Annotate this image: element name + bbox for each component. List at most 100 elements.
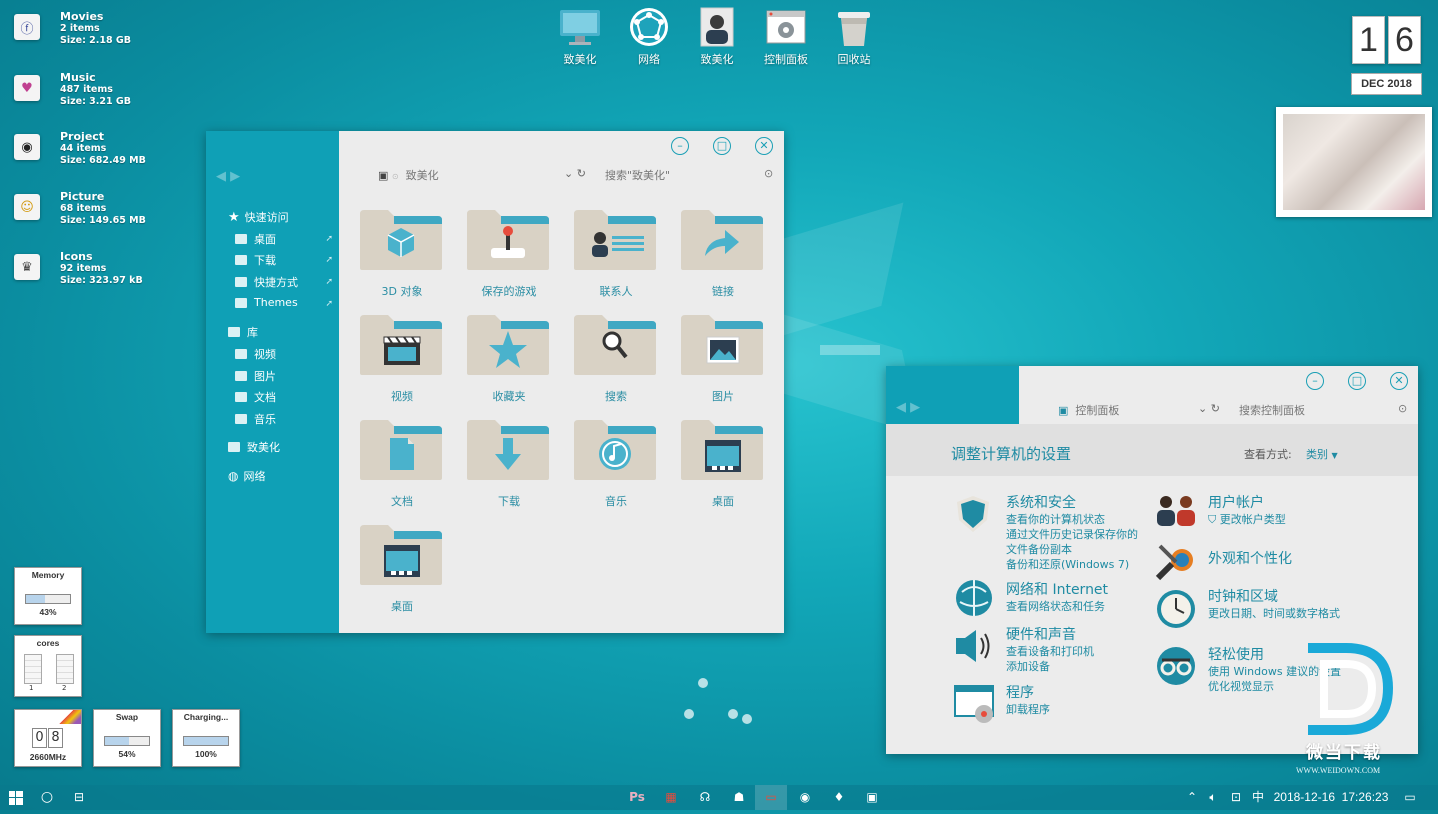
nav-this-pc[interactable]: 致美化 — [228, 439, 280, 455]
pin-icon[interactable]: ➚ — [325, 299, 333, 309]
close-button[interactable]: ✕ — [1390, 372, 1408, 390]
back-forward-icon[interactable]: ◀ ▶ — [216, 169, 240, 184]
drive-item[interactable]: ☺ Picture 68 items Size: 149.65 MB — [12, 190, 212, 240]
nav-videos[interactable]: 视频 — [235, 346, 276, 362]
folder-item[interactable]: 搜索 — [572, 313, 660, 403]
nav-downloads[interactable]: 下载 — [235, 252, 276, 268]
ime-indicator[interactable]: 中 — [1250, 785, 1266, 810]
cortana-icon[interactable]: ○ — [38, 785, 56, 810]
download-arrow-icon — [467, 420, 549, 480]
drive-count: 487 items — [60, 84, 113, 95]
back-forward-icon[interactable]: ◀ ▶ — [896, 400, 920, 415]
folder-item[interactable]: 文档 — [358, 418, 446, 508]
cores-gadget[interactable]: cores 1 2 — [14, 635, 82, 697]
cp-item-title[interactable]: 用户帐户 — [1208, 492, 1388, 512]
cp-item-title[interactable]: 外观和个性化 — [1208, 548, 1388, 568]
search-icon[interactable]: ⊙ — [1398, 402, 1407, 415]
task-view-icon[interactable]: ⊟ — [70, 785, 88, 810]
drive-item[interactable]: ◉ Project 44 items Size: 682.49 MB — [12, 130, 212, 180]
nav-documents[interactable]: 文档 — [235, 389, 276, 405]
battery-gadget[interactable]: Charging... 100% — [172, 709, 240, 767]
photo-gadget[interactable] — [1276, 107, 1432, 217]
network-icon[interactable]: ⊡ — [1228, 785, 1244, 810]
folder-item[interactable]: 桌面 — [679, 418, 767, 508]
view-by-dropdown[interactable]: 类别 ▼ — [1306, 446, 1338, 462]
desktop-icon-control-panel[interactable]: 控制面板 — [754, 6, 818, 67]
drop-icon[interactable]: ♦ — [829, 785, 849, 810]
maximize-button[interactable]: □ — [1348, 372, 1366, 390]
desktop-icon-network[interactable]: 网络 — [617, 6, 681, 67]
folder-item[interactable]: 联系人 — [572, 208, 660, 298]
search-icon[interactable]: ⊙ — [764, 167, 773, 180]
taskbar-datetime[interactable]: 2018-12-16 17:26:23 — [1272, 785, 1390, 810]
windows-start-icon[interactable] — [6, 785, 26, 810]
cp-item-title[interactable]: 程序 — [1006, 682, 1166, 702]
cpu-gadget[interactable]: 0 8 2660MHz — [14, 709, 82, 767]
cp-item-title[interactable]: 系统和安全 — [1006, 492, 1146, 512]
folder-item[interactable]: 桌面 — [358, 523, 446, 613]
cp-item-link[interactable]: 添加设备 — [1006, 659, 1166, 674]
cp-item-link[interactable]: 查看你的计算机状态 — [1006, 512, 1146, 527]
drive-item[interactable]: ♥ Music 487 items Size: 3.21 GB — [12, 71, 212, 121]
chrome-icon[interactable]: ◉ — [795, 785, 815, 810]
folder-item[interactable]: 音乐 — [572, 418, 660, 508]
minimize-button[interactable]: – — [1306, 372, 1324, 390]
minimize-button[interactable]: – — [671, 137, 689, 155]
folder-item[interactable]: 图片 — [679, 313, 767, 403]
search-input[interactable]: 搜索控制面板 — [1239, 402, 1305, 418]
folder-item[interactable]: 下载 — [465, 418, 553, 508]
maximize-button[interactable]: □ — [713, 137, 731, 155]
refresh-icon[interactable]: ↻ — [1211, 402, 1220, 415]
nav-library[interactable]: 库 — [228, 324, 258, 340]
desktop-icon-user[interactable]: 致美化 — [685, 6, 749, 67]
nav-label: 快捷方式 — [254, 276, 298, 289]
nav-quick-access[interactable]: ★ 快速访问 — [228, 209, 289, 225]
app-grid-icon[interactable]: ▦ — [661, 785, 681, 810]
cp-item-title[interactable]: 网络和 Internet — [1006, 579, 1166, 599]
address-bar[interactable]: ▣ 控制面板 — [1058, 402, 1119, 418]
cp-item-link[interactable]: 卸载程序 — [1006, 702, 1166, 717]
folder-item[interactable]: 3D 对象 — [358, 208, 446, 298]
desktop-icon-recycle-bin[interactable]: 回收站 — [822, 6, 886, 67]
chevron-up-icon[interactable]: ⌃ — [1185, 785, 1199, 810]
cp-item-link[interactable]: ⛉ 更改帐户类型 — [1208, 512, 1388, 527]
swap-gadget[interactable]: Swap 54% — [93, 709, 161, 767]
nav-pictures[interactable]: 图片 — [235, 368, 276, 384]
chevron-down-icon[interactable]: ⌄ — [1198, 402, 1207, 415]
headphones-icon[interactable]: ☊ — [695, 785, 715, 810]
pin-icon[interactable]: ➚ — [325, 234, 333, 244]
chevron-down-icon[interactable]: ⌄ — [564, 167, 573, 180]
window-icon[interactable]: ▣ — [862, 785, 882, 810]
notification-icon[interactable]: ▭ — [1400, 785, 1420, 810]
folder-item[interactable]: 链接 — [679, 208, 767, 298]
nav-network[interactable]: ◍ 网络 — [228, 468, 265, 484]
address-bar[interactable]: ▣ ⊙ 致美化 — [378, 167, 439, 183]
refresh-icon[interactable]: ↻ — [577, 167, 586, 180]
nav-themes[interactable]: Themes — [235, 296, 298, 309]
close-button[interactable]: ✕ — [755, 137, 773, 155]
folder-item[interactable]: 保存的游戏 — [465, 208, 553, 298]
pin-icon[interactable]: ➚ — [325, 255, 333, 265]
folder-item[interactable]: 收藏夹 — [465, 313, 553, 403]
cp-item-link[interactable]: 更改日期、时间或数字格式 — [1208, 606, 1348, 621]
nav-music[interactable]: 音乐 — [235, 411, 276, 427]
cp-item-link[interactable]: 查看网络状态和任务 — [1006, 599, 1166, 614]
memory-gadget[interactable]: Memory 43% — [14, 567, 82, 625]
monitor-icon[interactable]: ▭ — [755, 785, 787, 810]
folder-item[interactable]: 视频 — [358, 313, 446, 403]
search-input[interactable]: 搜索"致美化" — [605, 167, 670, 183]
desktop-icon-zhimeihua[interactable]: 致美化 — [548, 6, 612, 67]
cp-item-link[interactable]: 通过文件历史记录保存你的文件备份副本 — [1006, 527, 1146, 557]
volume-icon[interactable]: 🔈︎ — [1205, 785, 1221, 810]
cp-item-link[interactable]: 备份和还原(Windows 7) — [1006, 557, 1146, 572]
cp-item-title[interactable]: 时钟和区域 — [1208, 586, 1348, 606]
nav-desktop[interactable]: 桌面 — [235, 231, 276, 247]
cp-item-title[interactable]: 硬件和声音 — [1006, 624, 1166, 644]
people-icon[interactable]: ☗ — [729, 785, 749, 810]
pin-icon[interactable]: ➚ — [325, 277, 333, 287]
drive-item[interactable]: ⓕ Movies 2 items Size: 2.18 GB — [12, 10, 212, 60]
drive-item[interactable]: ♛ Icons 92 items Size: 323.97 kB — [12, 250, 212, 300]
cp-item-link[interactable]: 查看设备和打印机 — [1006, 644, 1166, 659]
photoshop-icon[interactable]: Ps — [626, 785, 648, 810]
nav-shortcuts[interactable]: 快捷方式 — [235, 274, 298, 290]
